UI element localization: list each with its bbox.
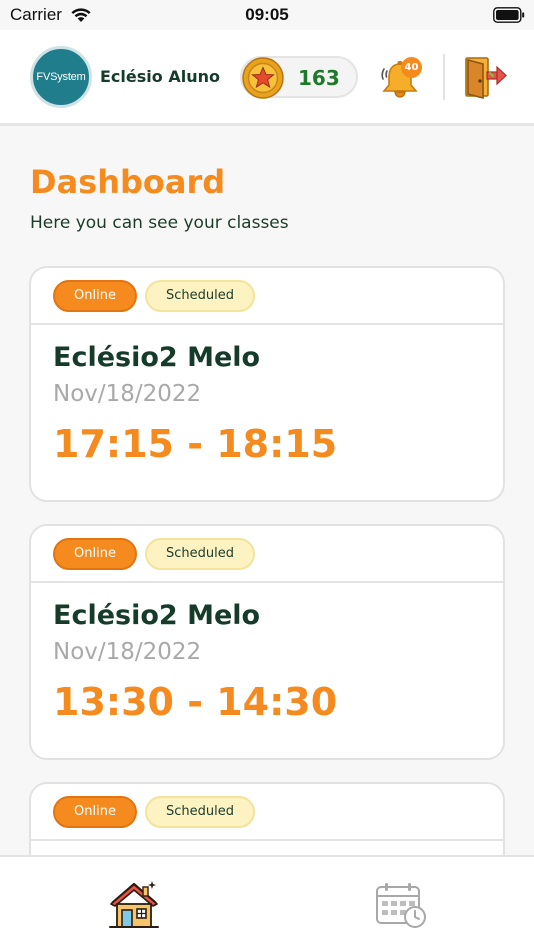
class-date: Nov/18/2022: [53, 639, 202, 665]
class-time-range: 17:15 - 18:15: [53, 422, 338, 466]
battery-icon: [493, 7, 525, 23]
header-divider: [443, 54, 445, 100]
status-bar: Carrier 09:05: [0, 0, 534, 30]
status-badge: Scheduled: [145, 280, 255, 312]
mode-badge: Online: [53, 796, 137, 828]
mode-badge: Online: [53, 280, 137, 312]
class-time-range: 13:30 - 14:30: [53, 680, 338, 724]
notifications-button[interactable]: 40: [378, 57, 424, 101]
teacher-name: Eclésio2 Melo: [53, 342, 261, 373]
notification-count-badge: 40: [401, 57, 422, 78]
class-card[interactable]: Online Scheduled Eclésio2 Melo Nov/18/20…: [29, 266, 505, 502]
class-tags: Online Scheduled: [31, 784, 503, 841]
class-tags: Online Scheduled: [31, 268, 503, 325]
status-badge: Scheduled: [145, 796, 255, 828]
coin-balance[interactable]: 163: [240, 56, 358, 99]
status-badge: Scheduled: [145, 538, 255, 570]
mode-badge: Online: [53, 538, 137, 570]
class-details: Eclésio2 Melo Nov/18/2022 17:15 - 18:15: [31, 325, 503, 500]
logout-door-icon[interactable]: [462, 54, 508, 100]
home-icon[interactable]: [107, 877, 161, 931]
page-subtitle: Here you can see your classes: [30, 213, 289, 233]
class-tags: Online Scheduled: [31, 526, 503, 583]
class-card[interactable]: Online Scheduled Eclésio2 Melo Nov/18/20…: [29, 524, 505, 760]
class-details: Eclésio2 Melo Nov/18/2022 13:30 - 14:30: [31, 583, 503, 758]
coin-star-icon: [242, 57, 284, 99]
schedule-calendar-icon[interactable]: [374, 881, 428, 929]
page-title: Dashboard: [30, 163, 226, 201]
teacher-name: Eclésio2 Melo: [53, 600, 261, 631]
avatar[interactable]: FVSystem: [30, 46, 92, 108]
user-name: Eclésio Aluno: [100, 67, 220, 86]
class-date: Nov/18/2022: [53, 381, 202, 407]
clock-time: 09:05: [245, 5, 289, 24]
bottom-tab-bar: [0, 855, 534, 950]
app-header: FVSystem Eclésio Aluno 163 40: [0, 30, 534, 126]
avatar-logo-text: FVSystem: [36, 71, 86, 83]
coin-count: 163: [298, 66, 340, 90]
